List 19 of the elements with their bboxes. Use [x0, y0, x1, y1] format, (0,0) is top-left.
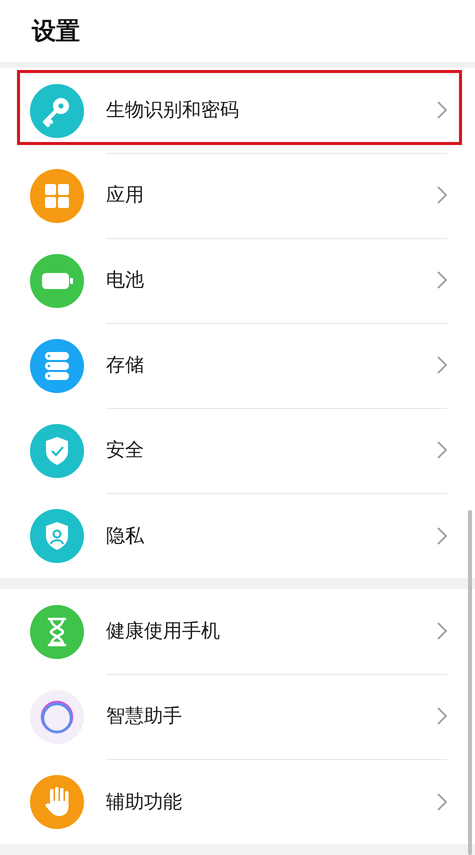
chevron-icon	[437, 441, 447, 459]
settings-item[interactable]: 辅助功能	[106, 788, 437, 814]
settings-item[interactable]: 健康使用手机	[106, 618, 437, 644]
page-title: 设置	[32, 16, 80, 47]
settings-item[interactable]: 电池	[106, 267, 437, 293]
chevron-icon	[437, 271, 447, 289]
chevron-icon	[437, 356, 447, 374]
settings-item[interactable]: 存储	[106, 352, 437, 378]
chevron-icon	[437, 622, 447, 640]
settings-item[interactable]: 生物识别和密码	[106, 97, 437, 123]
settings-item[interactable]: 隐私	[106, 522, 437, 548]
settings-item[interactable]: 应用	[106, 182, 437, 208]
chevron-icon	[437, 792, 447, 810]
chevron-icon	[437, 707, 447, 725]
chevron-icon	[437, 526, 447, 544]
chevron-icon	[437, 101, 447, 119]
chevron-icon	[437, 186, 447, 204]
settings-item[interactable]: 安全	[106, 437, 437, 463]
settings-item[interactable]: 智慧助手	[106, 703, 437, 729]
